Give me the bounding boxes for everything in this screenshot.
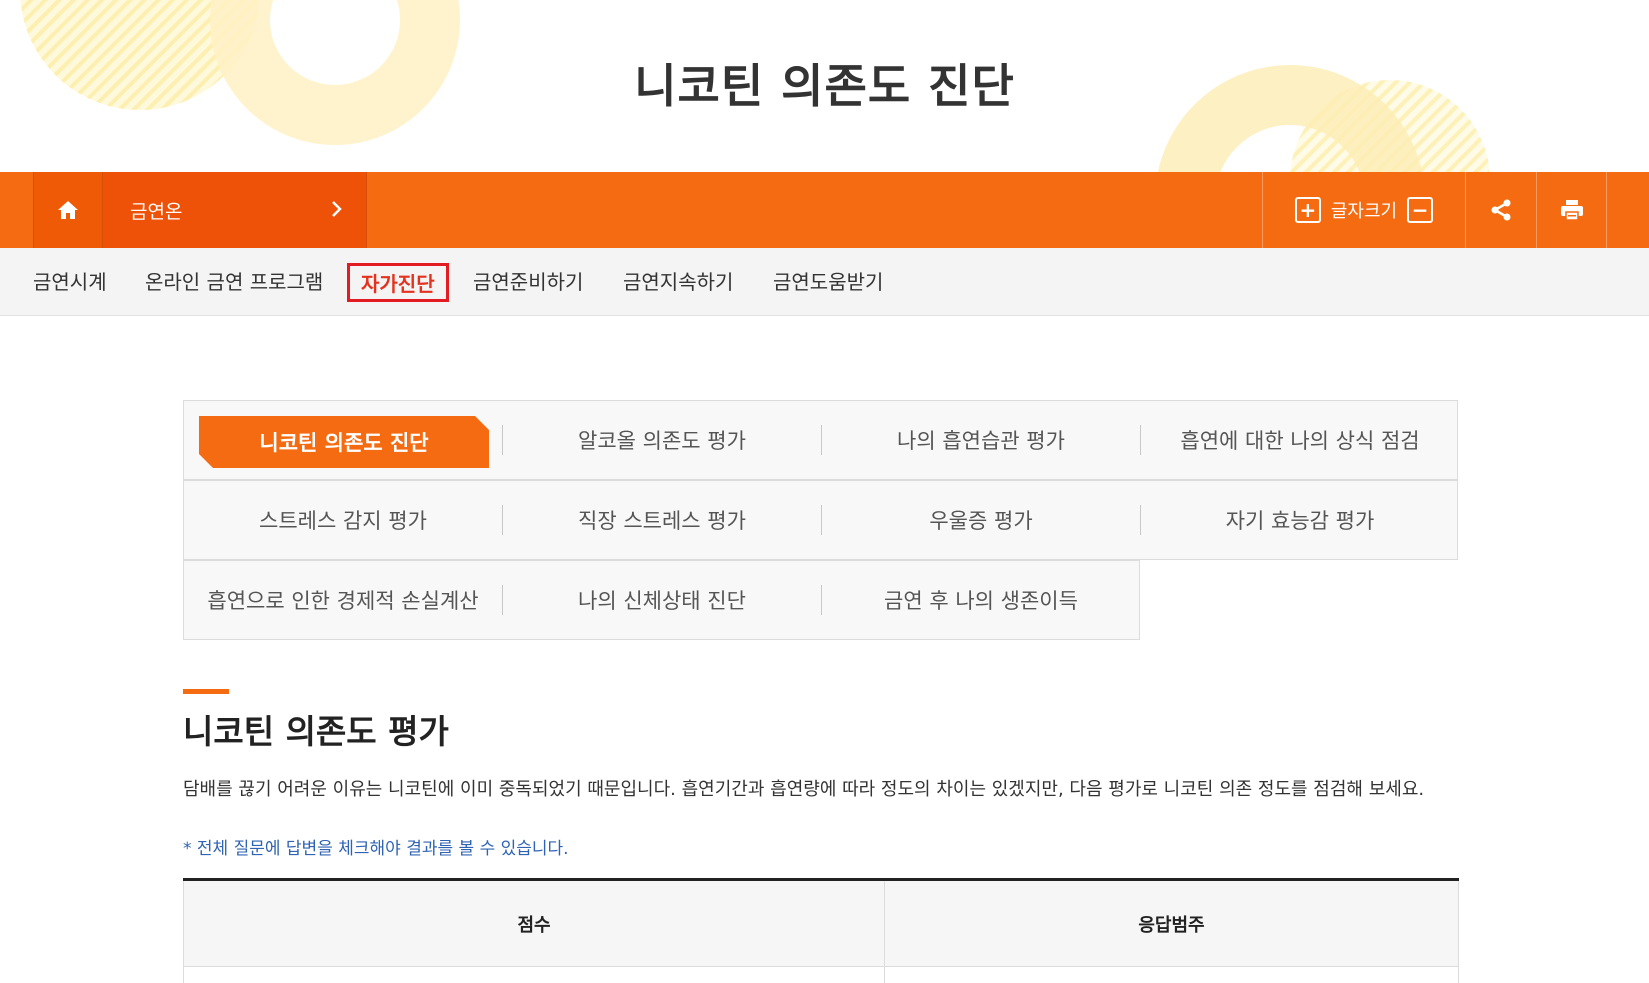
print-icon	[1560, 200, 1583, 221]
font-increase-button[interactable]: +	[1294, 197, 1321, 223]
home-icon	[58, 201, 78, 219]
tab-physical-condition[interactable]: 나의 신체상태 진단	[503, 561, 821, 639]
subnav-item-smoke-free-clock[interactable]: 금연시계	[33, 266, 107, 295]
font-decrease-button[interactable]: −	[1407, 197, 1434, 223]
font-size-control: + 글자크기 −	[1262, 172, 1465, 248]
subnav-item-continuation[interactable]: 금연지속하기	[623, 266, 733, 295]
share-icon	[1491, 199, 1511, 221]
section-accent-line	[183, 689, 229, 694]
tab-depression[interactable]: 우울증 평가	[822, 481, 1140, 559]
top-navigation-bar: 금연온 + 글자크기 −	[0, 172, 1649, 248]
subnav-item-self-diagnosis[interactable]: 자가진단	[347, 263, 449, 302]
table-cell	[184, 967, 885, 983]
chevron-right-icon	[332, 201, 342, 217]
subnav-item-online-program[interactable]: 온라인 금연 프로그램	[145, 266, 323, 295]
home-button[interactable]	[33, 172, 103, 248]
header-banner: 니코틴 의존도 진단	[0, 0, 1649, 172]
subnav-item-get-help[interactable]: 금연도움받기	[773, 266, 883, 295]
table-header-response: 응답범주	[1138, 914, 1205, 936]
score-table: 점수 응답범주	[183, 878, 1459, 983]
tab-row-2: 스트레스 감지 평가 직장 스트레스 평가 우울증 평가 자기 효능감 평가	[183, 480, 1458, 560]
tab-row-3: 흡연으로 인한 경제적 손실계산 나의 신체상태 진단 금연 후 나의 생존이득	[183, 560, 1140, 640]
instruction-note: * 전체 질문에 답변을 체크해야 결과를 볼 수 있습니다.	[183, 839, 569, 859]
tab-economic-loss[interactable]: 흡연으로 인한 경제적 손실계산	[184, 561, 502, 639]
table-row	[183, 967, 1459, 983]
section-description: 담배를 끊기 어려운 이유는 니코틴에 이미 중독되었기 때문입니다. 흡연기간…	[183, 779, 1425, 800]
tab-alcohol-dependence[interactable]: 알코올 의존도 평가	[503, 401, 821, 479]
toolbar: + 글자크기 −	[1262, 172, 1607, 248]
tab-smoking-habits[interactable]: 나의 흡연습관 평가	[822, 401, 1140, 479]
tab-stress-detection[interactable]: 스트레스 감지 평가	[184, 481, 502, 559]
sub-navigation: 금연시계 온라인 금연 프로그램 자가진단 금연준비하기 금연지속하기 금연도움…	[0, 248, 1649, 316]
print-button[interactable]	[1536, 172, 1607, 248]
share-button[interactable]	[1465, 172, 1536, 248]
table-header-score: 점수	[184, 881, 885, 966]
tab-nicotine-dependence[interactable]: 니코틴 의존도 진단	[199, 416, 489, 468]
page-title: 니코틴 의존도 진단	[634, 59, 1015, 113]
tab-self-efficacy[interactable]: 자기 효능감 평가	[1141, 481, 1459, 559]
section-title: 니코틴 의존도 평가	[183, 712, 449, 751]
tab-work-stress[interactable]: 직장 스트레스 평가	[503, 481, 821, 559]
table-header-row: 점수 응답범주	[183, 881, 1459, 967]
tab-survival-benefit[interactable]: 금연 후 나의 생존이득	[822, 561, 1140, 639]
site-selector-button[interactable]: 금연온	[103, 172, 367, 248]
tab-row-1: 니코틴 의존도 진단 알코올 의존도 평가 나의 흡연습관 평가 흡연에 대한 …	[183, 400, 1458, 480]
subnav-item-preparation[interactable]: 금연준비하기	[473, 266, 583, 295]
tab-smoking-knowledge[interactable]: 흡연에 대한 나의 상식 점검	[1141, 401, 1459, 479]
font-size-label: 글자크기	[1330, 201, 1398, 222]
site-selector-label: 금연온	[130, 200, 183, 223]
